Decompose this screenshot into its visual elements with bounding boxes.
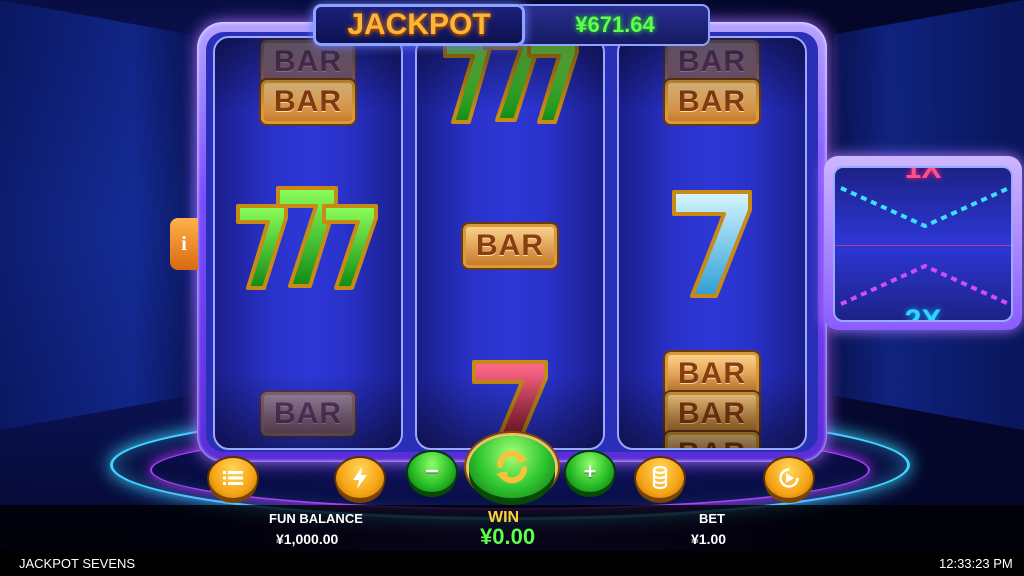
minus-icon: − xyxy=(424,458,439,485)
info-button[interactable]: i xyxy=(170,218,198,270)
reel-2-symbol-triple-seven xyxy=(417,38,603,130)
reel-3-symbol-bar: BAR xyxy=(619,352,805,396)
multiplier-wheel: 1X 2X xyxy=(833,166,1013,322)
decrease-bet-button[interactable]: − xyxy=(408,452,456,492)
bar-symbol: BAR xyxy=(665,392,759,436)
left-wall-decoration xyxy=(0,0,190,430)
reel-1-symbol-triple-seven xyxy=(215,178,401,298)
clock: 12:33:23 PM xyxy=(939,556,1013,571)
triple-green-seven-icon xyxy=(443,38,579,124)
reel-3-symbol-bar: BAR xyxy=(619,40,805,84)
bar-symbol: BAR xyxy=(665,80,759,124)
autoplay-icon xyxy=(779,468,799,488)
menu-button[interactable] xyxy=(209,458,257,498)
reel-3-symbol-bar: BAR xyxy=(619,432,805,448)
jackpot-label: JACKPOT xyxy=(347,8,491,41)
footer-bar xyxy=(0,551,1024,576)
reel-3: BAR BAR BAR BAR BAR xyxy=(617,36,807,450)
bar-symbol: BAR xyxy=(463,224,557,268)
coin-stack-button[interactable] xyxy=(636,458,684,498)
jackpot-value-box: ¥671.64 xyxy=(520,4,710,46)
info-icon: i xyxy=(181,232,187,255)
balance-value: ¥1,000.00 xyxy=(276,531,339,547)
reel-3-symbol-blue-seven xyxy=(619,184,805,300)
reel-2: BAR xyxy=(415,36,605,450)
jackpot-banner: JACKPOT xyxy=(313,4,525,46)
bar-symbol: BAR xyxy=(261,80,355,124)
reel-1-symbol-bar: BAR xyxy=(215,40,401,84)
plus-icon: + xyxy=(583,459,597,484)
balance-label: FUN BALANCE xyxy=(269,511,363,526)
lightning-icon xyxy=(353,467,367,489)
bar-symbol: BAR xyxy=(665,352,759,396)
reel-1-symbol-bar: BAR xyxy=(215,80,401,124)
triple-green-seven-icon xyxy=(236,186,378,290)
jackpot-value: ¥671.64 xyxy=(575,12,655,37)
reel-2-symbol-bar: BAR xyxy=(417,224,603,268)
spin-button[interactable] xyxy=(469,436,555,498)
bar-symbol: BAR xyxy=(261,40,355,84)
turbo-button[interactable] xyxy=(336,458,384,498)
bar-symbol: BAR xyxy=(261,392,355,436)
increase-bet-button[interactable]: + xyxy=(566,452,614,492)
bar-symbol: BAR xyxy=(665,40,759,84)
menu-list-icon xyxy=(223,471,243,485)
game-title: JACKPOT SEVENS xyxy=(19,556,136,571)
spin-arrows-icon xyxy=(496,450,528,484)
reel-1-symbol-bar: BAR xyxy=(215,392,401,436)
coin-stack-icon xyxy=(652,466,668,490)
reel-3-symbol-bar: BAR xyxy=(619,80,805,124)
bar-symbol: BAR xyxy=(665,432,759,448)
bet-label: BET xyxy=(699,511,725,526)
multiplier-bottom-text: 2X xyxy=(904,304,942,322)
autoplay-button[interactable] xyxy=(765,458,813,498)
multiplier-pointer-icon xyxy=(840,186,1010,306)
reel-3-symbol-bar: BAR xyxy=(619,392,805,436)
win-value: ¥0.00 xyxy=(480,524,536,549)
bet-value: ¥1.00 xyxy=(691,531,727,547)
reel-1: BAR BAR BAR xyxy=(213,36,403,450)
blue-seven-icon xyxy=(672,190,752,298)
